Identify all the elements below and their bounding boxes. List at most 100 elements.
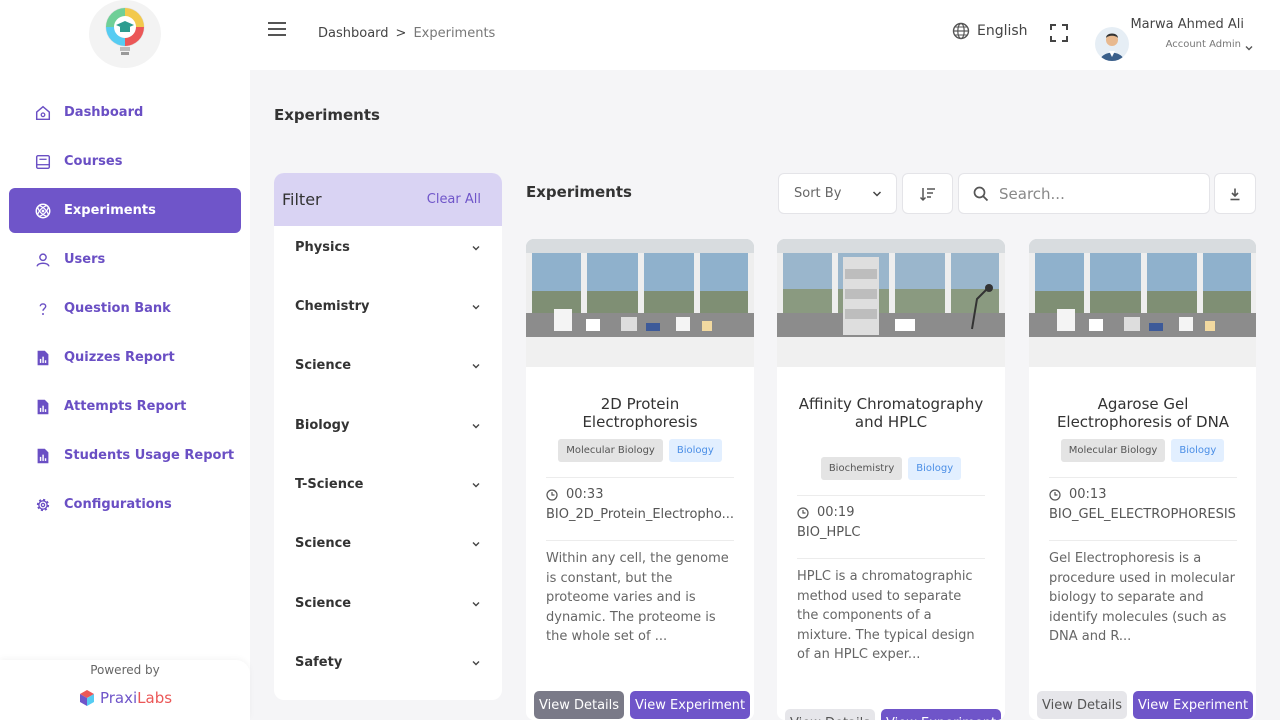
subject-tag: Biology bbox=[668, 439, 722, 462]
avatar[interactable] bbox=[1095, 27, 1129, 61]
sidebar-item-label: Courses bbox=[64, 154, 123, 169]
experiment-thumbnail[interactable] bbox=[1029, 239, 1256, 367]
filter-item-label: Physics bbox=[295, 240, 350, 255]
question-icon bbox=[33, 299, 53, 319]
view-experiment-button[interactable]: View Experiment bbox=[630, 691, 751, 719]
top-bar: Dashboard > Experiments English Marwa Ahme… bbox=[250, 0, 1280, 70]
chevron-down-icon bbox=[472, 304, 480, 309]
view-details-button[interactable]: View Details bbox=[534, 691, 625, 719]
sidebar-item-courses[interactable]: Courses bbox=[9, 139, 241, 184]
sort-by-select[interactable]: Sort By bbox=[778, 173, 897, 214]
experiment-card[interactable]: Agarose Gel Electrophoresis of DNA Molec… bbox=[1029, 239, 1256, 720]
chevron-down-icon bbox=[472, 423, 480, 428]
view-details-button[interactable]: View Details bbox=[1037, 691, 1128, 719]
subject-tag: Biology bbox=[1171, 439, 1225, 462]
book-icon bbox=[33, 152, 53, 172]
experiment-card[interactable]: 2D Protein Electrophoresis Molecular Bio… bbox=[526, 239, 754, 720]
logo[interactable] bbox=[89, 0, 161, 68]
sort-by-label: Sort By bbox=[794, 186, 842, 201]
language-label: English bbox=[977, 23, 1028, 39]
search-box bbox=[958, 173, 1210, 214]
chevron-down-icon[interactable] bbox=[1244, 38, 1254, 51]
filter-item-biology[interactable]: Biology bbox=[295, 418, 481, 433]
sidebar-item-label: Dashboard bbox=[64, 105, 144, 120]
chevron-down-icon bbox=[472, 363, 480, 368]
sidebar-item-students-usage-report[interactable]: Students Usage Report bbox=[9, 433, 241, 478]
filter-item-science[interactable]: Science bbox=[295, 536, 481, 551]
hamburger-menu-icon[interactable] bbox=[268, 22, 286, 38]
category-tag: Molecular Biology bbox=[558, 439, 663, 462]
user-name[interactable]: Marwa Ahmed Ali bbox=[1130, 17, 1244, 32]
sidebar-item-quizzes-report[interactable]: Quizzes Report bbox=[9, 335, 241, 380]
chevron-down-icon bbox=[472, 541, 480, 546]
powered-by: Powered by PraxiLabs bbox=[0, 660, 250, 720]
duration-value: 00:13 bbox=[1069, 487, 1107, 502]
experiment-code: BIO_HPLC bbox=[797, 525, 861, 540]
breadcrumb-dashboard[interactable]: Dashboard bbox=[318, 26, 389, 41]
sidebar-item-attempts-report[interactable]: Attempts Report bbox=[9, 384, 241, 429]
clock-icon bbox=[797, 506, 809, 519]
chevron-down-icon bbox=[472, 482, 480, 487]
globe-icon bbox=[952, 22, 970, 40]
sidebar-item-users[interactable]: Users bbox=[9, 237, 241, 282]
sidebar-item-label: Quizzes Report bbox=[64, 350, 175, 365]
user-role: Account Admin bbox=[1165, 39, 1241, 50]
divider bbox=[797, 558, 985, 559]
report-icon bbox=[33, 348, 53, 368]
experiment-thumbnail[interactable] bbox=[526, 239, 754, 367]
filter-item-science[interactable]: Science bbox=[295, 596, 481, 611]
experiment-thumbnail[interactable] bbox=[777, 239, 1005, 367]
view-experiment-button[interactable]: View Experiment bbox=[1133, 691, 1254, 719]
filter-item-science[interactable]: Science bbox=[295, 358, 481, 373]
subject-tag: Biology bbox=[908, 457, 962, 480]
report-icon bbox=[33, 397, 53, 417]
breadcrumb-current: Experiments bbox=[413, 26, 496, 41]
experiment-tags: Molecular Biology Biology bbox=[526, 439, 754, 462]
filter-item-label: Safety bbox=[295, 655, 343, 670]
divider bbox=[546, 477, 734, 478]
filter-header: Filter Clear All bbox=[274, 173, 502, 226]
breadcrumb: Dashboard > Experiments bbox=[318, 26, 495, 41]
category-tag: Biochemistry bbox=[820, 457, 903, 480]
sidebar-item-label: Configurations bbox=[64, 497, 172, 512]
duration: 00:13 bbox=[1049, 487, 1106, 502]
experiment-title: Affinity Chromatography and HPLC bbox=[798, 395, 984, 431]
language-selector[interactable]: English bbox=[952, 22, 1028, 40]
filter-item-t-science[interactable]: T-Science bbox=[295, 477, 481, 492]
view-details-button[interactable]: View Details bbox=[785, 709, 876, 720]
brand-name-part2: Labs bbox=[137, 689, 173, 707]
sidebar-nav: Dashboard Courses Experiments Users Ques… bbox=[9, 90, 241, 531]
brand-logo: PraxiLabs bbox=[0, 689, 250, 707]
clear-all-button[interactable]: Clear All bbox=[427, 192, 481, 207]
gear-icon bbox=[33, 495, 53, 515]
sidebar-item-experiments[interactable]: Experiments bbox=[9, 188, 241, 233]
fullscreen-icon[interactable] bbox=[1050, 24, 1068, 42]
experiment-title: 2D Protein Electrophoresis bbox=[582, 395, 698, 431]
experiments-list-title: Experiments bbox=[526, 183, 632, 201]
praxilabs-cube-icon bbox=[79, 690, 94, 706]
chevron-down-icon bbox=[472, 245, 480, 250]
experiment-tags: Molecular Biology Biology bbox=[1029, 439, 1256, 462]
breadcrumb-separator: > bbox=[395, 26, 407, 41]
sidebar-item-question-bank[interactable]: Question Bank bbox=[9, 286, 241, 331]
filter-item-chemistry[interactable]: Chemistry bbox=[295, 299, 481, 314]
filter-item-physics[interactable]: Physics bbox=[295, 240, 481, 255]
search-input[interactable] bbox=[999, 184, 1199, 203]
sidebar-item-label: Users bbox=[64, 252, 106, 267]
sidebar-item-configurations[interactable]: Configurations bbox=[9, 482, 241, 527]
clock-icon bbox=[546, 488, 558, 501]
experiment-description: Within any cell, the genome is constant,… bbox=[546, 551, 729, 644]
filter-item-safety[interactable]: Safety bbox=[295, 655, 481, 670]
powered-by-label: Powered by bbox=[90, 663, 160, 677]
sidebar-item-dashboard[interactable]: Dashboard bbox=[9, 90, 241, 135]
download-button[interactable] bbox=[1214, 173, 1256, 214]
sort-direction-button[interactable] bbox=[902, 173, 953, 214]
view-experiment-button[interactable]: View Experiment bbox=[881, 709, 1002, 720]
chevron-down-icon bbox=[472, 660, 480, 665]
experiment-card[interactable]: Affinity Chromatography and HPLC Biochem… bbox=[777, 239, 1005, 720]
category-tag: Molecular Biology bbox=[1060, 439, 1166, 462]
page-title: Experiments bbox=[274, 106, 380, 124]
experiment-description: HPLC is a chromatographic method used to… bbox=[797, 569, 975, 662]
report-icon bbox=[33, 446, 53, 466]
filter-panel: Filter Clear All Physics Chemistry Scien… bbox=[274, 173, 502, 700]
